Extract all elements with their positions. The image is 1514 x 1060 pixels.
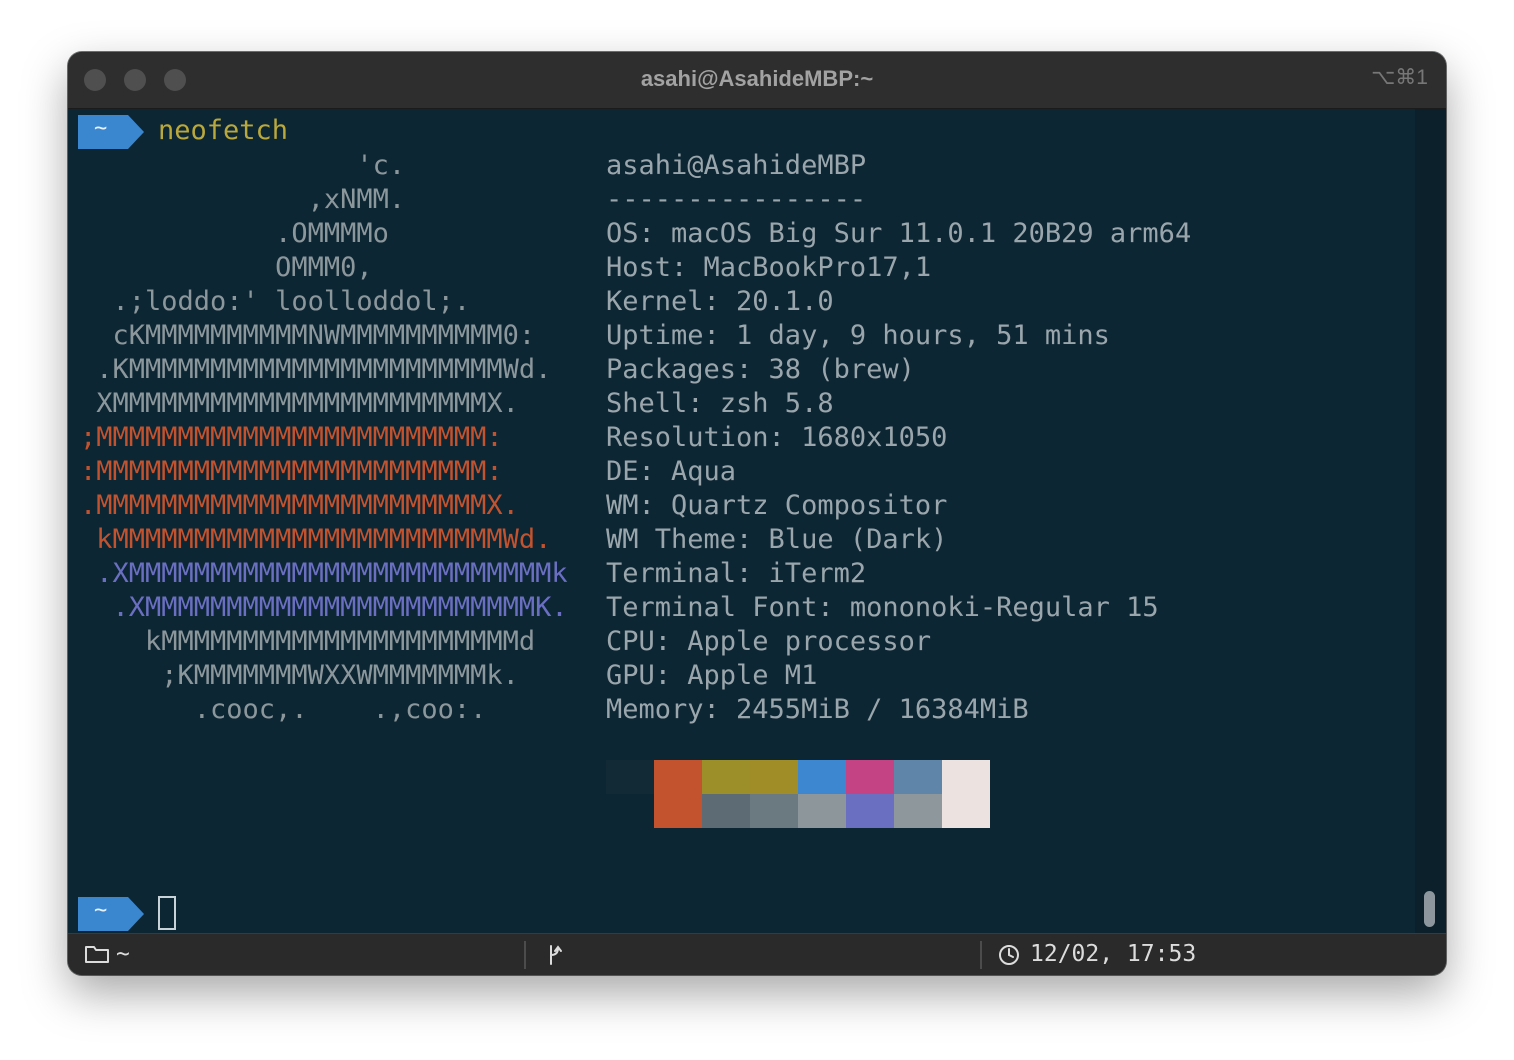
- color-swatch: [846, 794, 894, 828]
- info-line: WM Theme: Blue (Dark): [606, 524, 948, 555]
- info-line: Host: MacBookPro17,1: [606, 252, 932, 283]
- info-line: Terminal: iTerm2: [606, 558, 867, 589]
- info-line: CPU: Apple processor: [606, 626, 932, 657]
- logo-line: .KMMMMMMMMMMMMMMMMMMMMMMMWd.: [80, 354, 552, 385]
- status-bar: ~ 12/02, 17:53: [68, 933, 1446, 975]
- info-line: Resolution: 1680x1050: [606, 422, 948, 453]
- logo-line: 'c.: [80, 150, 406, 181]
- status-datetime: 12/02, 17:53: [1030, 941, 1197, 967]
- info-line: WM: Quartz Compositor: [606, 490, 948, 521]
- color-swatch: [894, 760, 942, 794]
- text-cursor: [158, 896, 176, 930]
- color-palette: [606, 760, 990, 828]
- info-line: Shell: zsh 5.8: [606, 388, 834, 419]
- logo-line: kMMMMMMMMMMMMMMMMMMMMMMMMWd.: [80, 524, 552, 555]
- info-line: DE: Aqua: [606, 456, 737, 487]
- color-swatch: [702, 794, 750, 828]
- clock-icon: [998, 944, 1020, 966]
- info-line: Kernel: 20.1.0: [606, 286, 834, 317]
- logo-line: .XMMMMMMMMMMMMMMMMMMMMMMMMK.: [80, 592, 568, 623]
- color-swatch: [750, 760, 798, 794]
- color-swatch: [654, 760, 702, 794]
- logo-line: XMMMMMMMMMMMMMMMMMMMMMMMX.: [80, 388, 519, 419]
- window-shortcut: ⌥⌘1: [1371, 66, 1428, 89]
- status-divider: [524, 941, 526, 969]
- color-swatch: [702, 760, 750, 794]
- window-title: asahi@AsahideMBP:~: [640, 66, 874, 91]
- prompt-badge: ~: [78, 115, 144, 149]
- logo-line: ;MMMMMMMMMMMMMMMMMMMMMMMM:: [80, 422, 503, 453]
- color-swatch: [750, 794, 798, 828]
- prompt-badge-active: ~: [78, 897, 144, 931]
- logo-line: cKMMMMMMMMMMNWMMMMMMMMMM0:: [80, 320, 536, 351]
- logo-line: kMMMMMMMMMMMMMMMMMMMMMMd: [80, 626, 536, 657]
- terminal-content[interactable]: ~ neofetch 'c. ,xNMM. .OMMMMo OMMM0, .;l…: [68, 109, 1415, 933]
- command-text: neofetch: [158, 115, 289, 146]
- color-swatch: [654, 794, 702, 828]
- logo-line: ,xNMM.: [80, 184, 406, 215]
- logo-line: .;loddo:' loolloddol;.: [80, 286, 471, 317]
- color-swatch: [894, 794, 942, 828]
- logo-line: .OMMMMo: [80, 218, 389, 249]
- separator-line: ----------------: [606, 184, 867, 215]
- apple-ascii-logo: 'c. ,xNMM. .OMMMMo OMMM0, .;loddo:' lool…: [80, 149, 568, 727]
- folder-icon: [84, 944, 110, 964]
- info-line: Terminal Font: mononoki-Regular 15: [606, 592, 1159, 623]
- status-divider: [980, 941, 982, 969]
- system-info: asahi@AsahideMBP ---------------- OS: macO…: [606, 149, 1191, 727]
- info-line: Memory: 2455MiB / 16384MiB: [606, 694, 1029, 725]
- title-bar: asahi@AsahideMBP:~ ⌥⌘1: [68, 52, 1446, 109]
- logo-line: .cooc,. .,coo:.: [80, 694, 487, 725]
- color-swatch: [606, 794, 654, 828]
- scrollbar-track[interactable]: [1415, 109, 1446, 933]
- current-directory: ~: [116, 941, 130, 967]
- scrollbar-thumb[interactable]: [1424, 891, 1435, 927]
- color-swatch: [846, 760, 894, 794]
- logo-line: .XMMMMMMMMMMMMMMMMMMMMMMMMMMk: [80, 558, 568, 589]
- prompt-symbol: ~: [94, 898, 108, 923]
- color-swatch: [606, 760, 654, 794]
- color-swatch: [942, 794, 990, 828]
- logo-line: :MMMMMMMMMMMMMMMMMMMMMMMM:: [80, 456, 503, 487]
- info-line: GPU: Apple M1: [606, 660, 818, 691]
- logo-line: .MMMMMMMMMMMMMMMMMMMMMMMMX.: [80, 490, 519, 521]
- color-swatch: [798, 794, 846, 828]
- color-swatch: [942, 760, 990, 794]
- info-line: OS: macOS Big Sur 11.0.1 20B29 arm64: [606, 218, 1192, 249]
- user-host: asahi@AsahideMBP: [606, 150, 867, 181]
- logo-line: ;KMMMMMMMWXXWMMMMMMMk.: [80, 660, 519, 691]
- info-line: Packages: 38 (brew): [606, 354, 915, 385]
- info-line: Uptime: 1 day, 9 hours, 51 mins: [606, 320, 1110, 351]
- git-branch-icon: [546, 943, 564, 967]
- logo-line: OMMM0,: [80, 252, 373, 283]
- color-swatch: [798, 760, 846, 794]
- prompt-symbol: ~: [94, 116, 108, 141]
- terminal-window: asahi@AsahideMBP:~ ⌥⌘1 ~ neofetch 'c. ,x…: [68, 52, 1446, 975]
